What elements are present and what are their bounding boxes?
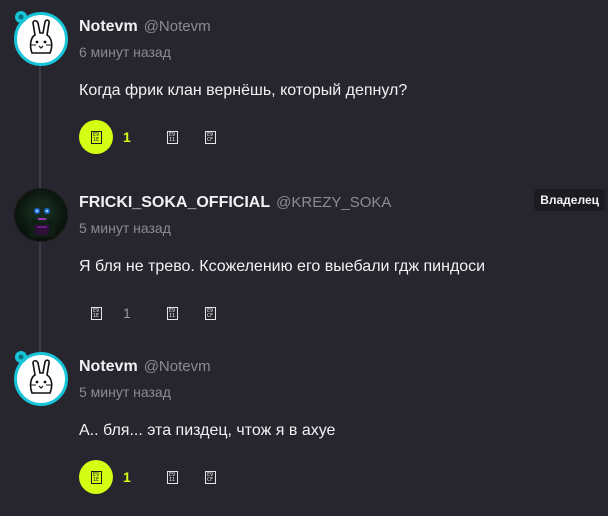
author-row: Notevm @Notevm	[79, 18, 211, 38]
like-button[interactable]: E9 1E	[79, 296, 113, 330]
share-icon: E9 CF	[204, 306, 216, 320]
author-row: FRICKI_SOKA_OFFICIAL @KREZY_SOKA	[79, 194, 391, 214]
like-icon: E9 1E	[90, 306, 102, 320]
comment-actions: E9 1E 1 E9 11 E9 CF	[79, 460, 279, 494]
comment-actions: E9 1E 1 E9 11 E9 CF	[79, 296, 279, 330]
author-handle[interactable]: @KREZY_SOKA	[276, 194, 391, 211]
avatar-badge-icon	[15, 11, 27, 23]
share-button[interactable]: E9 CF	[193, 120, 227, 154]
like-count: 1	[123, 469, 131, 485]
like-count: 1	[123, 305, 131, 321]
reply-icon: E9 11	[166, 306, 178, 320]
share-button[interactable]: E9 CF	[193, 460, 227, 494]
comment-actions: E9 1E 1 E9 11 E9 CF	[79, 120, 279, 154]
owner-badge: Владелец	[534, 189, 605, 211]
dark-figure-avatar-icon	[29, 200, 55, 237]
like-icon: E9 1E	[90, 130, 102, 144]
like-button[interactable]: E9 1E	[79, 120, 113, 154]
author-name[interactable]: FRICKI_SOKA_OFFICIAL	[79, 194, 270, 212]
like-icon: E9 1E	[90, 470, 102, 484]
reply-button[interactable]: E9 11	[155, 460, 189, 494]
share-button[interactable]: E9 CF	[193, 296, 227, 330]
timestamp: 5 минут назад	[79, 384, 171, 400]
author-name[interactable]: Notevm	[79, 18, 138, 36]
author-name[interactable]: Notevm	[79, 358, 138, 376]
reply-button[interactable]: E9 11	[155, 296, 189, 330]
avatar[interactable]	[14, 351, 68, 406]
comment-text: Я бля не трево. Ксожелению его выебали г…	[79, 258, 486, 275]
reply-icon: E9 11	[166, 470, 178, 484]
like-button[interactable]: E9 1E	[79, 460, 113, 494]
comment-text: А.. бля... эта пиздец, чтож я в ахуе	[79, 422, 336, 439]
share-icon: E9 CF	[204, 130, 216, 144]
reply-button[interactable]: E9 11	[155, 120, 189, 154]
comment-text: Когда фрик клан вернёшь, который депнул?	[79, 82, 408, 99]
timestamp: 6 минут назад	[79, 44, 171, 60]
like-count: 1	[123, 129, 131, 145]
avatar[interactable]	[14, 11, 68, 66]
reply-icon: E9 11	[166, 130, 178, 144]
avatar[interactable]	[14, 188, 68, 242]
share-icon: E9 CF	[204, 470, 216, 484]
author-row: Notevm @Notevm	[79, 358, 211, 378]
timestamp: 5 минут назад	[79, 220, 171, 236]
comment-thread: Notevm @Notevm 6 минут назад Когда фрик …	[0, 0, 608, 516]
author-handle[interactable]: @Notevm	[144, 18, 211, 35]
avatar-badge-icon	[15, 351, 27, 363]
author-handle[interactable]: @Notevm	[144, 358, 211, 375]
